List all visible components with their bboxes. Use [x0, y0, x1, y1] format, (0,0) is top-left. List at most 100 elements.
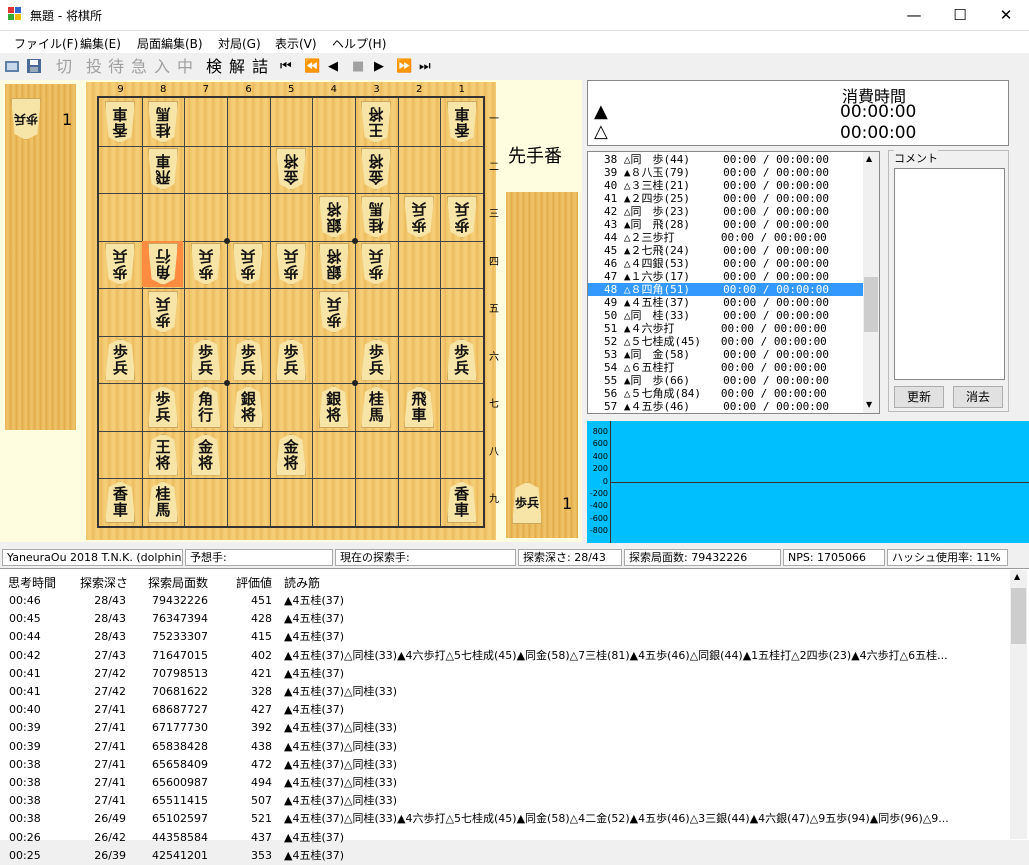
thinking-row[interactable]: 00:25 26/39 42541201 353 ▲4五桂(37) [0, 847, 1008, 865]
kifu-row[interactable]: 50 △同 桂(33) 00:00 / 00:00:00 [588, 309, 879, 322]
back-one-icon[interactable]: ◀ [328, 56, 338, 78]
shogi-piece[interactable]: 角行 [148, 243, 178, 285]
shogi-piece[interactable]: 歩兵 [319, 291, 349, 333]
thinking-row[interactable]: 00:38 27/41 65658409 472 ▲4五桂(37)△同桂(33) [0, 756, 1008, 774]
mate-search-button[interactable]: 詰 [252, 56, 268, 78]
header-pv[interactable]: 読み筋 [284, 574, 320, 591]
scroll-down-icon[interactable]: ▼ [866, 400, 872, 409]
shogi-piece[interactable]: 香車 [447, 101, 477, 143]
scroll-up-icon[interactable]: ▲ [866, 154, 872, 163]
save-file-icon[interactable] [26, 58, 42, 74]
kifu-row[interactable]: 57 ▲４五歩(46) 00:00 / 00:00:00 [588, 400, 879, 413]
cut-button[interactable]: 切 [56, 56, 72, 78]
kifu-row[interactable]: 54 △６五桂打 00:00 / 00:00:00 [588, 361, 879, 374]
menu-view[interactable]: 表示(V) [275, 35, 317, 52]
shogi-piece[interactable]: 金将 [276, 433, 306, 476]
shogi-piece[interactable]: 歩兵 [361, 243, 391, 285]
enter-king-button[interactable]: 入 [154, 56, 170, 78]
thinking-row[interactable]: 00:46 28/43 79432226 451 ▲4五桂(37) [0, 592, 1008, 610]
shogi-piece[interactable]: 香車 [105, 101, 135, 143]
shogi-piece[interactable]: 歩兵 [148, 291, 178, 333]
scroll-up-icon[interactable]: ▲ [1014, 572, 1020, 581]
sente-hand-piece[interactable]: 歩兵 [512, 482, 542, 524]
shogi-piece[interactable]: 歩兵 [233, 338, 264, 381]
close-button[interactable]: ✕ [983, 0, 1029, 30]
thinking-scroll-thumb[interactable] [1011, 588, 1026, 644]
hurry-button[interactable]: 急 [131, 56, 147, 78]
shogi-piece[interactable]: 歩兵 [191, 243, 221, 285]
shogi-piece[interactable]: 銀将 [319, 196, 349, 238]
shogi-piece[interactable]: 桂馬 [148, 101, 178, 143]
shogi-piece[interactable]: 飛車 [148, 148, 178, 190]
gote-hand-piece[interactable]: 歩兵 [11, 98, 41, 140]
wait-button[interactable]: 待 [108, 56, 124, 78]
thinking-scrollbar[interactable]: ▲ [1010, 570, 1027, 839]
kifu-row[interactable]: 41 ▲２四歩(25) 00:00 / 00:00:00 [588, 192, 879, 205]
thinking-row[interactable]: 00:38 27/41 65600987 494 ▲4五桂(37)△同桂(33) [0, 774, 1008, 792]
thinking-row[interactable]: 00:38 26/49 65102597 521 ▲4五桂(37)△同桂(33)▲4六歩… [0, 810, 1008, 828]
shogi-piece[interactable]: 桂馬 [361, 386, 392, 429]
shogi-piece[interactable]: 歩兵 [233, 243, 263, 285]
last-move-icon[interactable]: ⏭ [419, 56, 431, 78]
shogi-piece[interactable]: 金将 [190, 433, 221, 476]
shogi-piece[interactable]: 歩兵 [148, 386, 178, 429]
shogi-piece[interactable]: 金将 [276, 148, 306, 190]
shogi-piece[interactable]: 歩兵 [276, 243, 306, 285]
solve-button[interactable]: 解 [229, 56, 245, 78]
thinking-row[interactable]: 00:42 27/43 71647015 402 ▲4五桂(37)△同桂(33)▲4六歩… [0, 647, 1008, 665]
kifu-row[interactable]: 40 △３三桂(21) 00:00 / 00:00:00 [588, 179, 879, 192]
shogi-piece[interactable]: 王将 [148, 433, 178, 476]
forward-one-icon[interactable]: ▶ [374, 56, 384, 78]
kifu-row[interactable]: 49 ▲４五桂(37) 00:00 / 00:00:00 [588, 296, 879, 309]
kifu-row[interactable]: 43 ▲同 飛(28) 00:00 / 00:00:00 [588, 218, 879, 231]
menu-edit[interactable]: 編集(E) [80, 35, 121, 52]
stop-button[interactable]: 中 [177, 56, 193, 78]
thinking-row[interactable]: 00:39 27/41 65838428 438 ▲4五桂(37)△同桂(33) [0, 738, 1008, 756]
kifu-row[interactable]: 44 △２三歩打 00:00 / 00:00:00 [588, 231, 879, 244]
thinking-row[interactable]: 00:26 26/42 44358584 437 ▲4五桂(37) [0, 829, 1008, 847]
header-depth[interactable]: 探索深さ [80, 574, 128, 591]
shogi-piece[interactable]: 銀将 [319, 243, 349, 285]
menu-help[interactable]: ヘルプ(H) [332, 35, 386, 52]
header-think-time[interactable]: 思考時間 [8, 574, 56, 591]
thinking-row[interactable]: 00:39 27/41 67177730 392 ▲4五桂(37)△同桂(33) [0, 719, 1008, 737]
shogi-piece[interactable]: 歩兵 [404, 196, 434, 238]
kifu-row[interactable]: 45 ▲２七飛(24) 00:00 / 00:00:00 [588, 244, 879, 257]
clear-button[interactable]: 消去 [953, 386, 1003, 408]
comment-textbox[interactable] [894, 168, 1005, 380]
kifu-row[interactable]: 47 ▲１六歩(17) 00:00 / 00:00:00 [588, 270, 879, 283]
menu-game[interactable]: 対局(G) [218, 35, 261, 52]
stop-playback-icon[interactable]: ■ [352, 56, 364, 78]
kifu-row[interactable]: 48 △８四角(51) 00:00 / 00:00:00 [588, 283, 879, 296]
shogi-piece[interactable]: 歩兵 [190, 338, 221, 381]
thinking-row[interactable]: 00:40 27/41 68687727 427 ▲4五桂(37) [0, 701, 1008, 719]
analyze-button[interactable]: 検 [206, 56, 222, 78]
shogi-piece[interactable]: 王将 [361, 101, 391, 143]
shogi-piece[interactable]: 歩兵 [276, 338, 306, 381]
header-eval[interactable]: 評価値 [236, 574, 272, 591]
shogi-piece[interactable]: 香車 [105, 481, 136, 524]
kifu-row[interactable]: 52 △５七桂成(45) 00:00 / 00:00:00 [588, 335, 879, 348]
kifu-row[interactable]: 46 △４四銀(53) 00:00 / 00:00:00 [588, 257, 879, 270]
shogi-piece[interactable]: 歩兵 [446, 338, 477, 381]
resign-button[interactable]: 投 [86, 56, 102, 78]
forward-ten-icon[interactable]: ⏩ [396, 56, 412, 78]
first-move-icon[interactable]: ⏮ [280, 56, 292, 78]
shogi-piece[interactable]: 角行 [190, 386, 221, 429]
shogi-piece[interactable]: 飛車 [404, 386, 434, 429]
update-button[interactable]: 更新 [894, 386, 944, 408]
shogi-piece[interactable]: 歩兵 [361, 338, 392, 381]
kifu-row[interactable]: 42 △同 歩(23) 00:00 / 00:00:00 [588, 205, 879, 218]
shogi-piece[interactable]: 金将 [361, 148, 391, 190]
kifu-row[interactable]: 56 △５七角成(84) 00:00 / 00:00:00 [588, 387, 879, 400]
kifu-row[interactable]: 39 ▲８八玉(79) 00:00 / 00:00:00 [588, 166, 879, 179]
shogi-piece[interactable]: 香車 [446, 481, 477, 524]
shogi-piece[interactable]: 歩兵 [105, 338, 136, 381]
kifu-scrollbar[interactable]: ▲ ▼ [863, 152, 879, 413]
menu-position-edit[interactable]: 局面編集(B) [137, 35, 203, 52]
open-file-icon[interactable] [4, 58, 20, 74]
shogi-piece[interactable]: 桂馬 [148, 481, 178, 524]
kifu-row[interactable]: 38 △同 歩(44) 00:00 / 00:00:00 [588, 153, 879, 166]
shogi-piece[interactable]: 銀将 [318, 386, 349, 429]
header-nodes[interactable]: 探索局面数 [148, 574, 208, 591]
